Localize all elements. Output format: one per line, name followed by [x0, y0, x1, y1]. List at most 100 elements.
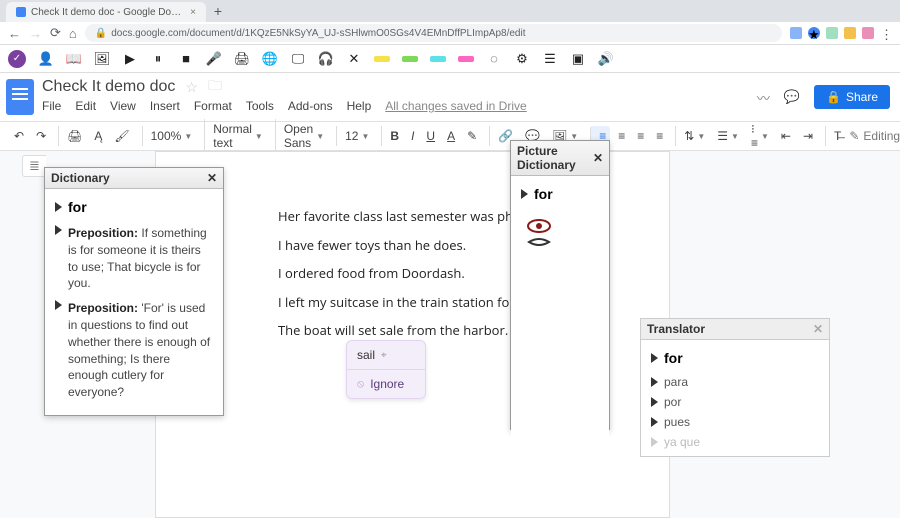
highlight-yellow-icon[interactable] — [374, 56, 390, 62]
outline-toggle-icon[interactable]: ≣ — [22, 155, 46, 177]
home-icon[interactable]: ⌂ — [69, 26, 77, 41]
cursor-icon: ⌖ — [381, 350, 387, 361]
indent-increase-icon[interactable]: ⇥ — [799, 126, 817, 146]
close-icon[interactable]: ✕ — [813, 322, 823, 336]
translation-item[interactable]: por — [649, 392, 821, 412]
picture-dictionary-panel[interactable]: Picture Dictionary ✕ for — [510, 140, 610, 430]
highlight-green-icon[interactable] — [402, 56, 418, 62]
activity-icon[interactable]: 〰 — [757, 88, 770, 107]
voice-icon[interactable]: 🎤 — [206, 51, 222, 67]
menu-help[interactable]: Help — [347, 99, 372, 113]
textcolor-icon[interactable]: A — [443, 126, 459, 146]
translation-item[interactable]: pues — [649, 412, 821, 432]
back-icon[interactable]: ← — [8, 26, 21, 41]
browser-tab[interactable]: Check It demo doc - Google Do… × — [6, 2, 206, 22]
menu-tools[interactable]: Tools — [246, 99, 274, 113]
headset-icon[interactable]: 🎧 — [318, 51, 334, 67]
pause-icon[interactable]: ⏸ — [150, 51, 166, 67]
list-icon[interactable]: ☰ — [542, 51, 558, 67]
comments-icon[interactable]: 💬 — [784, 89, 800, 105]
expand-icon[interactable] — [651, 377, 658, 387]
redo-icon[interactable]: ↷ — [32, 126, 50, 146]
style-select[interactable]: Normal text▼ — [204, 119, 267, 153]
expand-icon[interactable] — [651, 397, 658, 407]
bold-icon[interactable]: B — [381, 126, 403, 146]
star-icon[interactable]: ☆ — [185, 79, 198, 96]
align-right-icon[interactable]: ≡ — [633, 126, 648, 146]
settings-icon[interactable]: ⚙ — [514, 51, 530, 67]
indent-decrease-icon[interactable]: ⇤ — [777, 126, 795, 146]
expand-icon[interactable] — [55, 300, 62, 310]
print-icon[interactable]: 🖨 — [58, 126, 86, 146]
ext-icon[interactable] — [862, 27, 874, 39]
clear-highlight-icon[interactable]: ◌ — [486, 51, 502, 67]
expand-icon[interactable] — [521, 189, 528, 199]
expand-icon[interactable] — [651, 353, 658, 363]
ext-icon[interactable] — [790, 27, 802, 39]
font-select[interactable]: Open Sans▼ — [275, 119, 328, 153]
highlight-icon[interactable]: ✎ — [463, 126, 481, 146]
print-icon[interactable]: 🖨 — [234, 51, 250, 67]
close-icon[interactable]: ✕ — [593, 151, 603, 165]
italic-icon[interactable]: I — [407, 126, 418, 146]
shuffle-icon[interactable]: ✕ — [346, 51, 362, 67]
menu-addons[interactable]: Add-ons — [288, 99, 333, 113]
speak-icon[interactable]: 🔊 — [598, 51, 614, 67]
paint-format-icon[interactable]: 🖌 — [110, 126, 133, 146]
screen-icon[interactable]: 🖵 — [290, 51, 306, 67]
ext-icon[interactable] — [844, 27, 856, 39]
video-icon[interactable]: ▣ — [570, 51, 586, 67]
clear-format-icon[interactable]: T̶ — [825, 126, 845, 146]
align-justify-icon[interactable]: ≡ — [652, 126, 667, 146]
translate-icon[interactable]: 🌐 — [262, 51, 278, 67]
new-tab-button[interactable]: + — [214, 3, 222, 19]
menu-file[interactable]: File — [42, 99, 61, 113]
play-icon[interactable]: ▶ — [122, 51, 138, 67]
close-tab-icon[interactable]: × — [190, 7, 196, 18]
url-input[interactable]: 🔒 docs.google.com/document/d/1KQzE5NkSyY… — [85, 24, 782, 42]
menu-icon[interactable]: ⋮ — [880, 27, 892, 39]
highlight-pink-icon[interactable] — [458, 56, 474, 62]
image-icon[interactable]: 🖼 — [94, 51, 110, 67]
fontsize-select[interactable]: 12▼ — [336, 126, 373, 146]
save-status[interactable]: All changes saved in Drive — [385, 99, 526, 113]
translation-item[interactable]: ya que — [649, 432, 821, 452]
translator-panel[interactable]: Translator ✕ for para por pues ya que — [640, 318, 830, 457]
numbered-list-icon[interactable]: ☰▼ — [713, 126, 743, 146]
docs-logo-icon[interactable] — [6, 79, 34, 115]
mode-select[interactable]: ✎ Editing▼ — [849, 129, 900, 143]
expand-icon[interactable] — [651, 437, 658, 447]
suggestion-ignore[interactable]: ⦸ Ignore — [347, 370, 425, 398]
underline-icon[interactable]: U — [422, 126, 439, 146]
expand-icon[interactable] — [651, 417, 658, 427]
checkit-icon[interactable]: ✓ — [8, 50, 26, 68]
expand-icon[interactable] — [55, 225, 62, 235]
reload-icon[interactable]: ⟳ — [50, 25, 61, 41]
share-button[interactable]: 🔒 Share — [814, 85, 890, 109]
menu-insert[interactable]: Insert — [150, 99, 180, 113]
close-icon[interactable]: ✕ — [207, 171, 217, 185]
translation-item[interactable]: para — [649, 372, 821, 392]
head-icon[interactable]: 👤 — [38, 51, 54, 67]
book-icon[interactable]: 📖 — [66, 51, 82, 67]
forward-icon[interactable]: → — [29, 26, 42, 41]
line-spacing-icon[interactable]: ⇅▼ — [675, 126, 709, 146]
dictionary-panel[interactable]: Dictionary ✕ for Preposition: If somethi… — [44, 167, 224, 416]
move-folder-icon[interactable]: 🗀 — [208, 75, 222, 99]
document-title[interactable]: Check It demo doc — [42, 78, 175, 96]
expand-icon[interactable] — [55, 202, 62, 212]
translator-title: Translator — [647, 322, 705, 336]
spellcheck-icon[interactable]: Ą — [90, 126, 106, 146]
menu-format[interactable]: Format — [194, 99, 232, 113]
ext-icon[interactable] — [826, 27, 838, 39]
stop-icon[interactable]: ■ — [178, 51, 194, 67]
bullet-list-icon[interactable]: ⁝≡▼ — [747, 119, 773, 153]
highlight-cyan-icon[interactable] — [430, 56, 446, 62]
align-center-icon[interactable]: ≡ — [614, 126, 629, 146]
suggestion-option[interactable]: sail ⌖ — [347, 341, 425, 370]
menu-view[interactable]: View — [110, 99, 136, 113]
zoom-select[interactable]: 100%▼ — [142, 126, 197, 146]
ext-icon[interactable]: ★ — [808, 27, 820, 39]
undo-icon[interactable]: ↶ — [10, 126, 28, 146]
menu-edit[interactable]: Edit — [75, 99, 96, 113]
